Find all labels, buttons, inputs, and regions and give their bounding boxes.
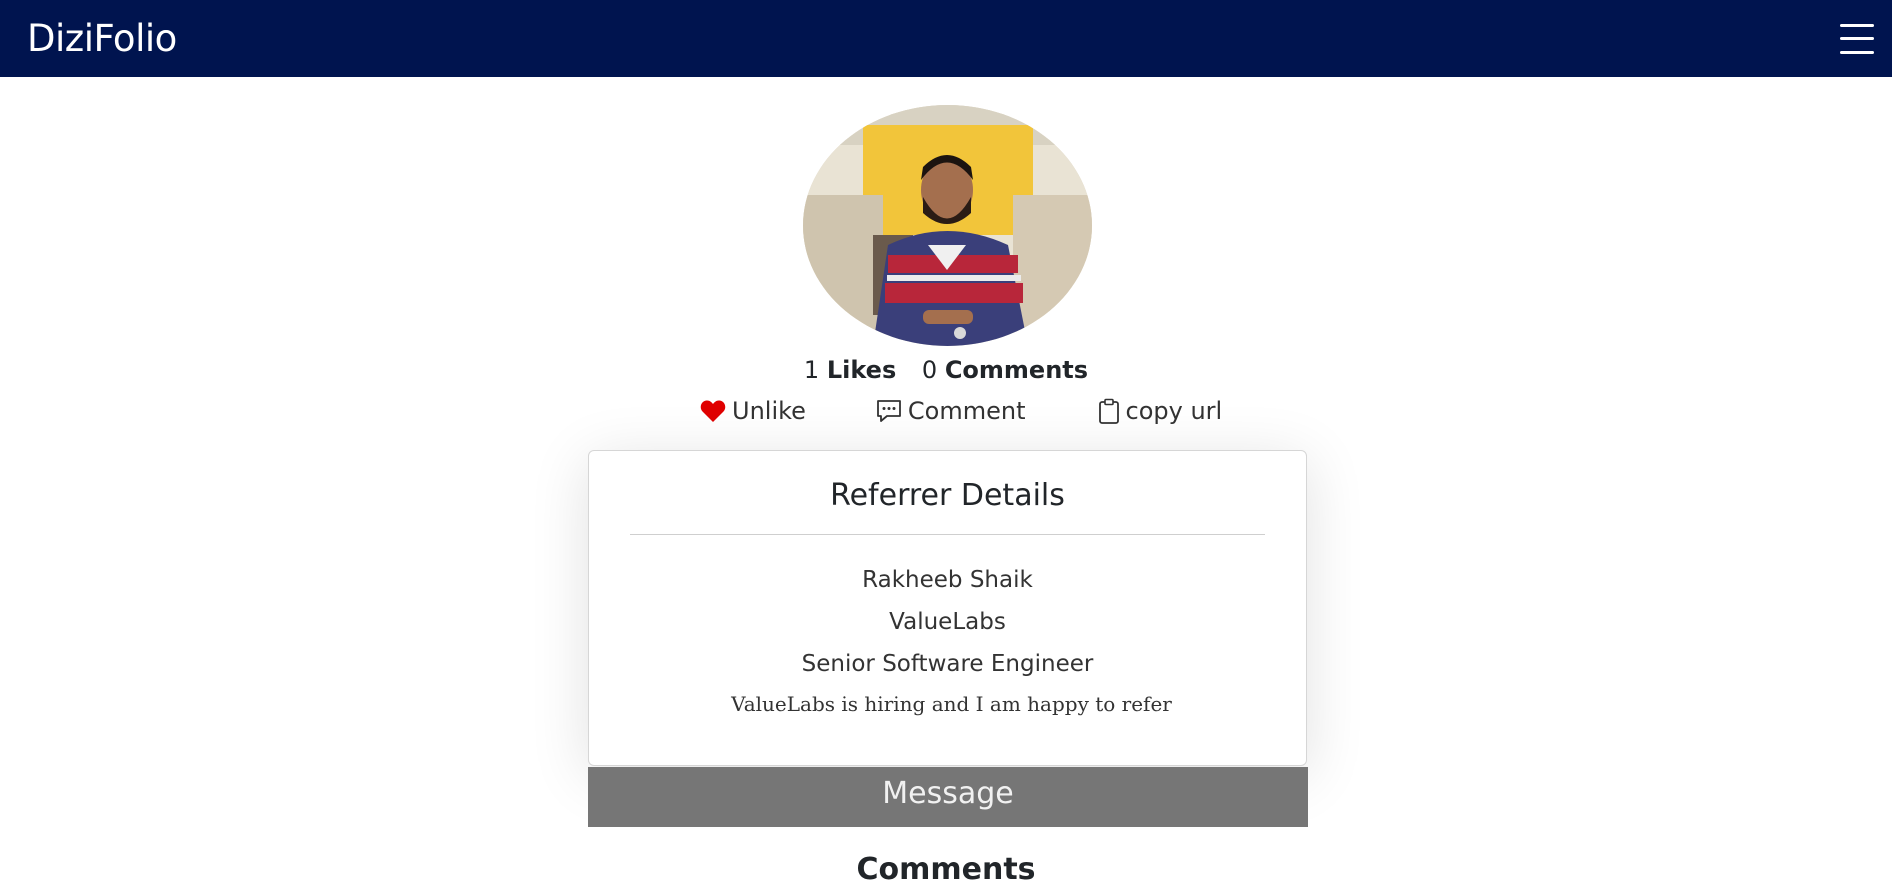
comments-heading: Comments <box>856 852 1036 887</box>
referrer-company: ValueLabs <box>889 609 1006 635</box>
engagement-counts: 1 Likes 0 Comments <box>0 356 1892 384</box>
copy-url-label: copy url <box>1125 397 1223 425</box>
likes-label: Likes <box>826 356 897 384</box>
message-button[interactable]: Message <box>588 767 1308 827</box>
referrer-note: ValueLabs is hiring and I am happy to re… <box>731 692 1172 716</box>
comment-label: Comment <box>907 397 1026 425</box>
card-title: Referrer Details <box>830 478 1065 513</box>
comment-button[interactable]: Comment <box>876 397 1026 425</box>
avatar <box>803 105 1092 346</box>
copy-url-button[interactable]: copy url <box>1098 397 1223 425</box>
divider <box>630 534 1265 535</box>
heart-filled-icon <box>700 400 726 422</box>
comments-count: 0 <box>921 356 938 384</box>
referrer-name: Rakheeb Shaik <box>862 567 1033 593</box>
brand-logo[interactable]: DiziFolio <box>27 17 177 60</box>
comments-label: Comments <box>944 356 1089 384</box>
likes-count: 1 <box>803 356 820 384</box>
referrer-details-card: Referrer Details Rakheeb Shaik ValueLabs… <box>588 450 1307 766</box>
referrer-role: Senior Software Engineer <box>801 651 1094 677</box>
unlike-label: Unlike <box>732 397 806 425</box>
top-navbar: DiziFolio <box>0 0 1892 77</box>
chat-dots-icon <box>877 400 901 422</box>
post-actions: Unlike Comment copy url <box>700 393 1222 429</box>
hamburger-menu-icon[interactable] <box>1840 23 1874 54</box>
clipboard-icon <box>1098 398 1119 424</box>
unlike-button[interactable]: Unlike <box>700 397 806 425</box>
